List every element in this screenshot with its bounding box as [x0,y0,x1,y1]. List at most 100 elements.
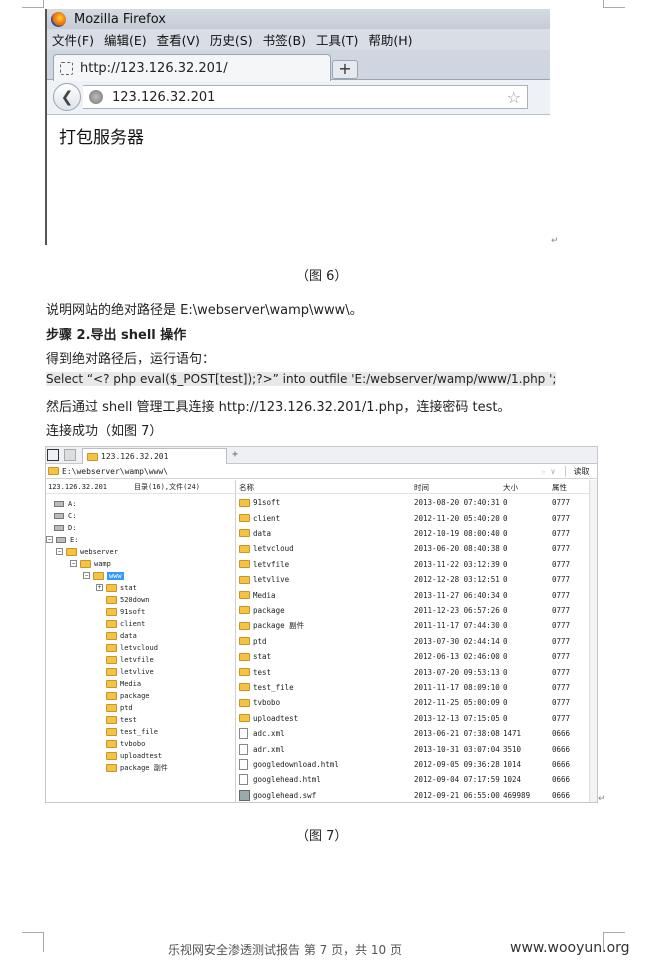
file-time: 2012-06-13 02:46:00 [414,652,500,662]
column-size[interactable]: 大小 [503,480,518,494]
file-name-text: googlehead.html [253,775,321,785]
menu-bookmarks[interactable]: 书签(B) [263,30,306,49]
file-attr: 0777 [552,698,571,708]
tree-child[interactable]: + stat [96,582,137,593]
window-control-icon[interactable] [47,449,59,461]
file-row[interactable]: letvlive 2012-12-28 03:12:51 0 0777 [236,572,597,587]
file-name: adr.xml [239,741,285,756]
tree-child[interactable]: package [106,690,150,701]
file-size: 1471 [503,729,522,739]
tree-child[interactable]: Media [106,678,141,689]
tree-child[interactable]: data [106,630,137,641]
file-icon [239,758,248,770]
file-time: 2013-07-30 02:44:14 [414,636,500,646]
tree-label-selected: www [107,571,124,580]
collapse-icon[interactable]: − [83,572,90,579]
tree-child[interactable]: 91soft [106,606,145,617]
tree-child[interactable]: client [106,618,145,629]
tree-label: letvlive [120,667,154,676]
paragraph-mark: ↵ [551,236,559,246]
bookmark-star-icon[interactable]: ☆ [507,88,521,107]
tree-www[interactable]: − www [83,570,124,581]
file-row[interactable]: googlehead.swf 2012-09-21 06:55:00 469989 0… [236,788,597,802]
column-name[interactable]: 名称 [239,480,254,494]
tree-drive-e[interactable]: − E: [46,534,78,545]
tree-child[interactable]: test_file [106,726,158,737]
read-button[interactable]: 读取 [565,465,597,477]
folder-icon [239,683,250,692]
menu-edit[interactable]: 编辑(E) [104,30,147,49]
file-row[interactable]: tvbobo 2012-11-25 05:00:09 0 0777 [236,695,597,710]
folder-icon [239,606,250,615]
tree-wamp[interactable]: − wamp [70,558,111,569]
collapse-icon[interactable]: − [56,548,63,555]
tree-webserver[interactable]: − webserver [56,546,118,557]
expand-icon[interactable]: + [96,584,103,591]
close-tab-icon[interactable] [64,449,76,461]
new-tab-button[interactable]: + [332,60,358,79]
tree-drive-c[interactable]: C: [54,510,76,521]
file-name: googlehead.html [239,772,321,787]
tree-label: package 副件 [120,763,168,772]
menu-file[interactable]: 文件(F) [52,30,94,49]
path-bar: E:\webserver\wamp\www\ ☆ ∨ 读取 [46,464,597,479]
file-attr: 0666 [552,744,571,754]
tree-child[interactable]: uploadtest [106,750,162,761]
figure6-caption: （图 6） [296,269,348,284]
collapse-icon[interactable]: − [46,536,53,543]
file-row[interactable]: data 2012-10-19 08:00:40 0 0777 [236,526,597,541]
file-row[interactable]: uploadtest 2013-12-13 07:15:05 0 0777 [236,711,597,726]
file-row[interactable]: Media 2013-11-27 06:40:34 0 0777 [236,587,597,602]
tree-child[interactable]: 520down [106,594,150,605]
file-row[interactable]: ptd 2013-07-30 02:44:14 0 0777 [236,634,597,649]
file-row[interactable]: package 副件 2011-11-17 07:44:30 0 0777 [236,618,597,633]
tree-drive-a[interactable]: A: [54,498,76,509]
column-time[interactable]: 时间 [414,480,429,494]
file-row[interactable]: stat 2012-06-13 02:46:00 0 0777 [236,649,597,664]
menu-history[interactable]: 历史(S) [210,30,253,49]
file-row[interactable]: letvcloud 2013-06-20 08:40:38 0 0777 [236,541,597,556]
path-input[interactable]: E:\webserver\wamp\www\ [46,465,541,478]
address-bar[interactable]: 123.126.32.201 ☆ [83,85,528,109]
tree-child[interactable]: test [106,714,137,725]
folder-icon [106,715,117,724]
file-row[interactable]: client 2012-11-20 05:40:20 0 0777 [236,510,597,525]
back-button[interactable]: ❮ [53,83,81,111]
vertical-scrollbar[interactable] [589,480,597,802]
menu-view[interactable]: 查看(V) [157,30,200,49]
folder-icon [106,739,117,748]
menu-tools[interactable]: 工具(T) [316,30,358,49]
path-dropdown-icon[interactable]: ☆ ∨ [541,467,565,476]
file-size: 0 [503,621,508,631]
file-name: googlehead.swf [239,788,316,802]
add-tab-button[interactable]: + [232,449,238,460]
file-size: 0 [503,636,508,646]
tree-child[interactable]: letvlive [106,666,154,677]
tree-child[interactable]: tvbobo [106,738,145,749]
file-row[interactable]: googlehead.html 2012-09-04 07:17:59 1024 06… [236,772,597,787]
menu-help[interactable]: 帮助(H) [368,30,412,49]
column-attr[interactable]: 属性 [552,480,567,494]
file-row[interactable]: test_file 2011-11-17 08:09:10 0 0777 [236,680,597,695]
tree-header: 123.126.32.201 目录(16),文件(24) [46,480,235,494]
tree-child[interactable]: package 副件 [106,762,168,773]
collapse-icon[interactable]: − [70,560,77,567]
file-row[interactable]: letvfile 2013-11-22 03:12:39 0 0777 [236,557,597,572]
file-row[interactable]: package 2011-12-23 06:57:26 0 0777 [236,603,597,618]
file-row[interactable]: 91soft 2013-08-20 07:40:31 0 0777 [236,495,597,510]
file-row[interactable]: googledownload.html 2012-09-05 09:36:28 10… [236,757,597,772]
manager-tab[interactable]: 123.126.32.201 [82,448,227,464]
tree-child[interactable]: ptd [106,702,133,713]
tree-drive-d[interactable]: D: [54,522,76,533]
run-statement-line: 得到绝对路径后，运行语句： [46,352,216,367]
folder-icon [106,619,117,628]
browser-tab[interactable]: http://123.126.32.201/ [53,54,331,81]
file-row[interactable]: adc.xml 2013-06-21 07:38:08 1471 0666 [236,726,597,741]
tree-child[interactable]: letvfile [106,654,154,665]
file-row[interactable]: test 2013-07-20 09:53:13 0 0777 [236,664,597,679]
firefox-menubar: 文件(F) 编辑(E) 查看(V) 历史(S) 书签(B) 工具(T) 帮助(H… [47,29,550,50]
drive-icon [54,512,64,519]
file-name-text: package [253,605,285,615]
file-row[interactable]: adr.xml 2013-10-31 03:07:04 3510 0666 [236,741,597,756]
tree-child[interactable]: letvcloud [106,642,158,653]
